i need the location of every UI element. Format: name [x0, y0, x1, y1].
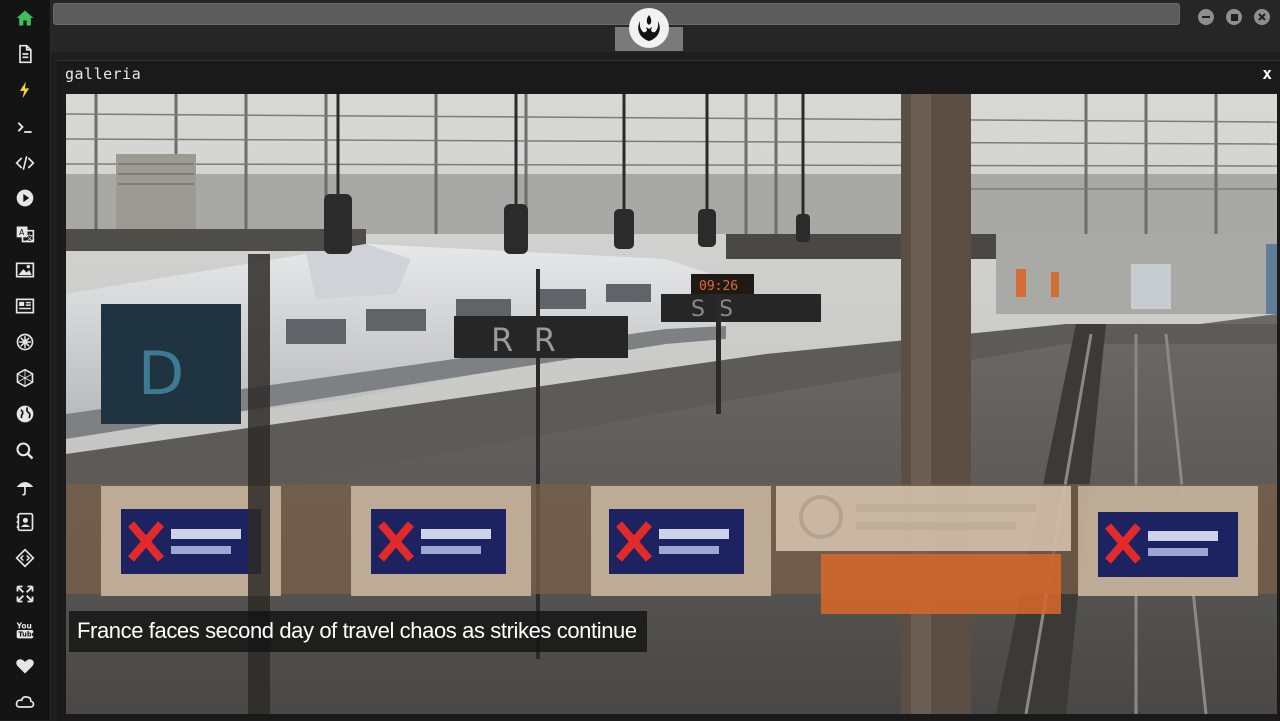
svg-text:Tube: Tube: [18, 631, 35, 639]
lightning-icon[interactable]: [14, 79, 36, 101]
code-icon[interactable]: [14, 152, 36, 174]
platform-sign-text: D: [138, 339, 184, 409]
top-bar: [51, 0, 1280, 52]
document-icon[interactable]: [14, 43, 36, 65]
svg-text:A: A: [19, 228, 25, 237]
translate-icon[interactable]: A文: [14, 223, 36, 245]
dev-tools-icon[interactable]: [14, 547, 36, 569]
window-title: galleria: [65, 65, 142, 83]
minimize-button[interactable]: [1198, 9, 1214, 25]
hexagon-icon[interactable]: [14, 367, 36, 389]
contact-icon[interactable]: [14, 511, 36, 533]
umbrella-icon[interactable]: [14, 476, 36, 498]
sidebar: A文 You Tube: [0, 0, 51, 720]
svg-text:You: You: [16, 621, 32, 630]
maximize-button[interactable]: [1226, 9, 1242, 25]
platform-s-sign-text: S S: [691, 297, 733, 322]
image-icon[interactable]: [14, 259, 36, 281]
platform-r-sign-text: R R: [491, 321, 556, 359]
settings-icon[interactable]: [14, 331, 36, 353]
newspaper-icon[interactable]: [14, 295, 36, 317]
cloud-icon[interactable]: [14, 691, 36, 713]
home-icon[interactable]: [14, 7, 36, 29]
rebel-logo-icon[interactable]: [629, 8, 669, 48]
search-icon[interactable]: [14, 440, 36, 462]
clock-display-text: 09:26: [699, 279, 738, 294]
close-button[interactable]: x: [1262, 64, 1272, 83]
close-window-button[interactable]: [1254, 9, 1270, 25]
photo-caption: France faces second day of travel chaos …: [69, 611, 647, 652]
terminal-icon[interactable]: [14, 116, 36, 138]
svg-text:文: 文: [26, 232, 34, 242]
expand-icon[interactable]: [14, 583, 36, 605]
youtube-icon[interactable]: You Tube: [14, 619, 36, 641]
play-icon[interactable]: [14, 187, 36, 209]
address-input[interactable]: [53, 3, 1180, 25]
heart-icon[interactable]: [14, 655, 36, 677]
globe-icon[interactable]: [14, 403, 36, 425]
